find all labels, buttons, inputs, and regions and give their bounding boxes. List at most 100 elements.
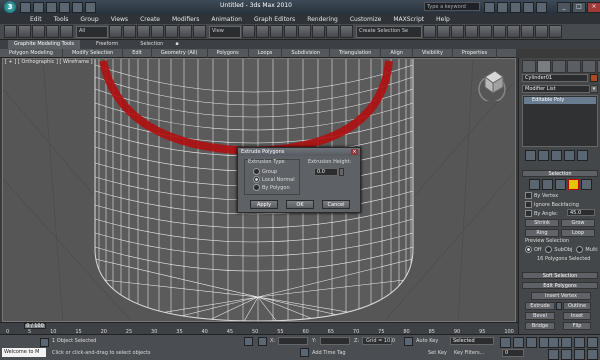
unlink-icon[interactable] — [46, 25, 59, 38]
ring-button[interactable]: Ring — [525, 229, 559, 237]
ribbon-align[interactable]: Align — [381, 48, 413, 58]
configure-sets-icon[interactable] — [577, 150, 588, 161]
curve-editor-icon[interactable] — [479, 25, 492, 38]
dropdown-arrow-icon[interactable]: ▾ — [590, 85, 598, 93]
select-manipulate-icon[interactable] — [256, 25, 269, 38]
display-tab-icon[interactable] — [582, 60, 596, 73]
viewport-orthographic[interactable]: [ + ] [ Orthographic ] [ Wireframe ] Ext… — [2, 58, 516, 322]
option-local-normal[interactable]: Local Normal — [253, 176, 295, 183]
select-and-rotate-icon[interactable] — [179, 25, 192, 38]
align-icon[interactable] — [437, 25, 450, 38]
extrusion-height-input[interactable]: 0.0 — [314, 168, 338, 176]
x-coordinate-input[interactable] — [278, 337, 308, 345]
key-icon[interactable] — [404, 337, 413, 346]
mirror-icon[interactable] — [423, 25, 436, 38]
key-mode-dropdown[interactable]: Selected — [450, 337, 494, 345]
loop-button[interactable]: Loop — [561, 229, 595, 237]
radio-group-icon[interactable] — [253, 168, 260, 175]
menu-graph-editors[interactable]: Graph Editors — [254, 16, 295, 23]
selection-rollout-header[interactable]: Selection — [522, 170, 598, 177]
ribbon-modify-selection[interactable]: Modify Selection — [63, 48, 124, 58]
save-file-icon[interactable] — [46, 2, 57, 13]
zoom-extents-all-icon[interactable] — [587, 337, 598, 348]
select-and-scale-icon[interactable] — [193, 25, 206, 38]
by-vertex-checkbox[interactable]: By Vertex — [525, 192, 558, 199]
ignore-backfacing-checkbox[interactable]: Ignore Backfacing — [525, 201, 579, 208]
select-by-name-icon[interactable] — [123, 25, 136, 38]
maximize-viewport-icon[interactable] — [587, 349, 598, 360]
vertex-level-icon[interactable] — [529, 179, 540, 190]
element-level-icon[interactable] — [581, 179, 592, 190]
polygon-level-icon[interactable] — [568, 179, 579, 190]
field-of-view-icon[interactable] — [548, 349, 559, 360]
shrink-button[interactable]: Shrink — [525, 219, 559, 227]
undo-icon[interactable] — [59, 2, 70, 13]
dialog-close-icon[interactable]: × — [351, 149, 358, 155]
object-color-swatch[interactable] — [590, 74, 598, 82]
layer-manager-icon[interactable] — [451, 25, 464, 38]
stack-item-editable-poly[interactable]: Editable Poly — [524, 97, 596, 104]
project-folder-icon[interactable] — [85, 2, 96, 13]
object-name-field[interactable]: Cylinder01 — [522, 74, 588, 82]
previous-frame-icon[interactable] — [513, 337, 524, 348]
menu-maxscript[interactable]: MAXScript — [393, 16, 424, 23]
by-angle-checkbox[interactable]: By Angle: — [525, 210, 558, 217]
extrude-settings-icon[interactable] — [556, 302, 562, 310]
menu-customize[interactable]: Customize — [350, 16, 382, 23]
redo-icon[interactable] — [18, 25, 31, 38]
menu-rendering[interactable]: Rendering — [307, 16, 338, 23]
rectangular-selection-icon[interactable] — [137, 25, 150, 38]
dialog-title[interactable]: Extrude Polygons — [238, 148, 360, 156]
ribbon-polygon-modeling[interactable]: Polygon Modeling — [0, 48, 63, 58]
new-file-icon[interactable] — [20, 2, 31, 13]
orbit-icon[interactable] — [574, 349, 585, 360]
material-editor-icon[interactable] — [507, 25, 520, 38]
edit-named-selection-icon[interactable] — [340, 25, 353, 38]
zoom-extents-icon[interactable] — [574, 337, 585, 348]
maxscript-listener-field[interactable]: Welcome to M — [2, 348, 46, 357]
select-object-icon[interactable] — [109, 25, 122, 38]
link-icon[interactable] — [32, 25, 45, 38]
grow-button[interactable]: Grow — [561, 219, 595, 227]
extrude-button[interactable]: Extrude — [525, 302, 555, 310]
named-selection-dropdown[interactable]: Create Selection Se — [356, 25, 422, 38]
graphite-toggle-icon[interactable] — [465, 25, 478, 38]
set-key-button[interactable]: Set Key — [428, 350, 447, 356]
viewcube-icon[interactable] — [475, 67, 509, 101]
make-unique-icon[interactable] — [551, 150, 562, 161]
ribbon-visibility[interactable]: Visibility — [413, 48, 453, 58]
add-time-tag-icon[interactable] — [300, 348, 309, 357]
soft-selection-rollout-header[interactable]: Soft Selection — [522, 272, 598, 279]
ribbon-edit[interactable]: Edit — [123, 48, 152, 58]
flip-button[interactable]: Flip — [563, 322, 591, 330]
ok-button[interactable]: OK — [286, 200, 314, 209]
bevel-button[interactable]: Bevel — [525, 312, 555, 320]
menu-modifiers[interactable]: Modifiers — [172, 16, 199, 23]
rendered-frame-icon[interactable] — [535, 25, 548, 38]
menu-help[interactable]: Help — [436, 16, 450, 23]
render-production-icon[interactable] — [549, 25, 562, 38]
play-icon[interactable] — [526, 337, 537, 348]
preview-off-radio[interactable]: Off — [525, 246, 541, 253]
minimize-button[interactable]: _ — [557, 2, 571, 13]
menu-group[interactable]: Group — [80, 16, 98, 23]
maximize-button[interactable]: □ — [572, 2, 586, 13]
pan-icon[interactable] — [561, 349, 572, 360]
zoom-icon[interactable] — [548, 337, 559, 348]
hierarchy-tab-icon[interactable] — [552, 60, 566, 73]
snaps-toggle-icon[interactable] — [284, 25, 297, 38]
ribbon-geometry-all[interactable]: Geometry (All) — [152, 48, 208, 58]
apply-button[interactable]: Apply — [250, 200, 278, 209]
option-by-polygon[interactable]: By Polygon — [253, 184, 290, 191]
ribbon-polygons[interactable]: Polygons — [208, 48, 249, 58]
spinner-snap-icon[interactable] — [326, 25, 339, 38]
preview-multi-radio[interactable]: Multi — [576, 246, 598, 253]
insert-vertex-button[interactable]: Insert Vertex — [531, 292, 591, 300]
lock-selection-icon[interactable] — [244, 337, 253, 346]
border-level-icon[interactable] — [555, 179, 566, 190]
remove-modifier-icon[interactable] — [564, 150, 575, 161]
show-end-result-icon[interactable] — [538, 150, 549, 161]
redo-icon[interactable] — [72, 2, 83, 13]
bind-space-warp-icon[interactable] — [60, 25, 73, 38]
menu-animation[interactable]: Animation — [211, 16, 242, 23]
